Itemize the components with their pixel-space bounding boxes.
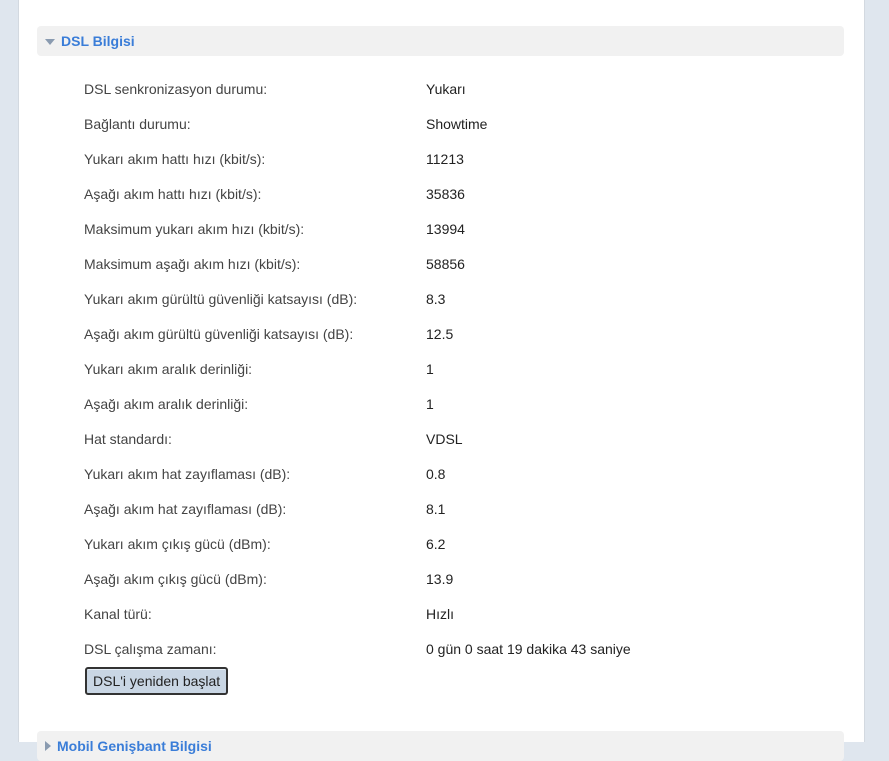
- row-value: 0 gün 0 saat 19 dakika 43 saniye: [426, 640, 631, 657]
- row-label: Aşağı akım gürültü güvenliği katsayısı (…: [84, 325, 354, 342]
- row-value: 12.5: [426, 325, 454, 342]
- row-label: Kanal türü:: [84, 605, 152, 622]
- row-label: Yukarı akım hat zayıflaması (dB):: [84, 465, 291, 482]
- row-value: 0.8: [426, 465, 446, 482]
- row-label: Aşağı akım çıkış gücü (dBm):: [84, 570, 267, 587]
- table-row: Bağlantı durumu: Showtime: [84, 106, 844, 141]
- table-row: Aşağı akım gürültü güvenliği katsayısı (…: [84, 316, 844, 351]
- table-row: Yukarı akım hat zayıflaması (dB): 0.8: [84, 456, 844, 491]
- row-value: 8.1: [426, 500, 446, 517]
- row-value: 8.3: [426, 290, 446, 307]
- row-label: DSL senkronizasyon durumu:: [84, 80, 268, 97]
- table-row: Yukarı akım gürültü güvenliği katsayısı …: [84, 281, 844, 316]
- row-label: Aşağı akım aralık derinliği:: [84, 395, 249, 412]
- table-row: Yukarı akım aralık derinliği: 1: [84, 351, 844, 386]
- row-label: Hat standardı:: [84, 430, 172, 447]
- row-value: Showtime: [426, 115, 488, 132]
- triangle-down-icon: [45, 39, 55, 45]
- restart-dsl-button[interactable]: DSL'i yeniden başlat: [85, 667, 229, 695]
- table-row: Maksimum yukarı akım hızı (kbit/s): 1399…: [84, 211, 844, 246]
- row-label: DSL çalışma zamanı:: [84, 640, 217, 657]
- row-label: Yukarı akım gürültü güvenliği katsayısı …: [84, 290, 358, 307]
- dsl-info-section-header[interactable]: DSL Bilgisi: [37, 26, 844, 56]
- row-label: Bağlantı durumu:: [84, 115, 191, 132]
- table-row: Aşağı akım çıkış gücü (dBm): 13.9: [84, 561, 844, 596]
- row-value: 13.9: [426, 570, 454, 587]
- table-row: Yukarı akım çıkış gücü (dBm): 6.2: [84, 526, 844, 561]
- table-row: DSL çalışma zamanı: 0 gün 0 saat 19 daki…: [84, 631, 844, 666]
- row-value: 13994: [426, 220, 465, 237]
- table-row: Hat standardı: VDSL: [84, 421, 844, 456]
- table-row: Aşağı akım hat zayıflaması (dB): 8.1: [84, 491, 844, 526]
- row-value: Yukarı: [426, 80, 466, 97]
- table-row: Maksimum aşağı akım hızı (kbit/s): 58856: [84, 246, 844, 281]
- row-label: Maksimum yukarı akım hızı (kbit/s):: [84, 220, 305, 237]
- row-label: Yukarı akım hattı hızı (kbit/s):: [84, 150, 266, 167]
- table-row: Kanal türü: Hızlı: [84, 596, 844, 631]
- row-value: 6.2: [426, 535, 446, 552]
- table-row: DSL senkronizasyon durumu: Yukarı: [84, 71, 844, 106]
- row-value: 1: [426, 395, 434, 412]
- dsl-info-table: DSL senkronizasyon durumu: Yukarı Bağlan…: [84, 71, 844, 666]
- row-value: 58856: [426, 255, 465, 272]
- table-row: Aşağı akım hattı hızı (kbit/s): 35836: [84, 176, 844, 211]
- row-label: Yukarı akım aralık derinliği:: [84, 360, 253, 377]
- table-row: Aşağı akım aralık derinliği: 1: [84, 386, 844, 421]
- triangle-right-icon: [45, 741, 51, 751]
- row-label: Aşağı akım hattı hızı (kbit/s):: [84, 185, 262, 202]
- next-section-title: Mobil Genişbant Bilgisi: [57, 738, 212, 754]
- section-title: DSL Bilgisi: [61, 33, 135, 49]
- row-value: VDSL: [426, 430, 463, 447]
- mobile-broadband-section-header[interactable]: Mobil Genişbant Bilgisi: [37, 731, 844, 761]
- row-label: Yukarı akım çıkış gücü (dBm):: [84, 535, 271, 552]
- content-panel: DSL Bilgisi DSL senkronizasyon durumu: Y…: [18, 0, 865, 761]
- row-value: 35836: [426, 185, 465, 202]
- row-value: Hızlı: [426, 605, 454, 622]
- row-value: 1: [426, 360, 434, 377]
- row-label: Aşağı akım hat zayıflaması (dB):: [84, 500, 287, 517]
- row-label: Maksimum aşağı akım hızı (kbit/s):: [84, 255, 301, 272]
- row-value: 11213: [426, 150, 464, 167]
- table-row: Yukarı akım hattı hızı (kbit/s): 11213: [84, 141, 844, 176]
